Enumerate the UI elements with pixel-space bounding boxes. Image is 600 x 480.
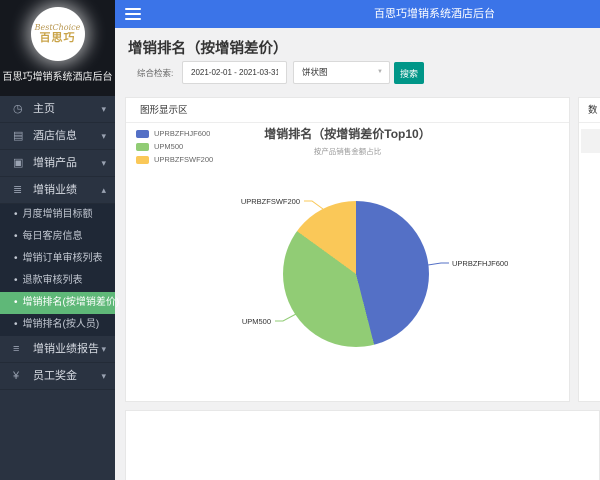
data-panel-partial: 数 <box>578 97 600 402</box>
search-toolbar: 综合检索: 饼状图 ▼ 搜索 <box>115 61 600 85</box>
submenu-label: 每日客房信息 <box>22 231 83 242</box>
chevron-down-icon: ▾ <box>101 131 106 141</box>
chevron-down-icon: ▾ <box>101 104 106 114</box>
sidebar-item-label: 增销业绩报告 <box>33 343 99 355</box>
sidebar: BestChoice 百思巧 百思巧增销系统酒店后台 ◷ 主页 ▾ ▤ 酒店信息 ▾… <box>0 0 119 480</box>
label-line-series-1 <box>275 313 297 322</box>
chevron-up-icon: ▴ <box>101 185 106 195</box>
bottom-panel-partial <box>125 410 600 480</box>
bullet-icon: • <box>14 253 18 264</box>
hamburger-menu-icon[interactable] <box>125 8 141 20</box>
brand-name-cn: 百思巧 <box>39 32 76 44</box>
select-arrow-icon: ▼ <box>377 69 383 75</box>
chart-title: 增销排名（按增销差价Top10） <box>264 127 431 141</box>
sidebar-item-order-review-list[interactable]: • 增销订单审核列表 <box>0 248 115 270</box>
app-title: 百思巧增销系统酒店后台 <box>374 8 495 20</box>
submenu-label: 退款审核列表 <box>22 275 83 286</box>
hotel-icon: ▤ <box>13 130 24 142</box>
brand-logo: BestChoice 百思巧 <box>30 7 85 61</box>
brand-name: BestChoice <box>34 23 81 32</box>
pie-chart <box>283 201 429 347</box>
sidebar-item-label: 增销产品 <box>33 157 77 169</box>
submenu-label: 增销排名(按增销差价) <box>22 297 120 308</box>
bullet-icon: • <box>14 209 18 220</box>
chart-panel-title: 图形显示区 <box>126 98 569 123</box>
performance-icon: ≣ <box>13 184 23 196</box>
bullet-icon: • <box>14 297 18 308</box>
chart-type-selected: 饼状图 <box>302 67 328 77</box>
sidebar-caption: 百思巧增销系统酒店后台 <box>2 72 113 83</box>
sidebar-item-ranking-by-price-diff[interactable]: • 增销排名(按增销差价) <box>0 292 119 314</box>
logo-block: BestChoice 百思巧 百思巧增销系统酒店后台 <box>0 0 115 96</box>
chevron-down-icon: ▾ <box>101 344 106 354</box>
dashboard-icon: ◷ <box>13 103 23 115</box>
submenu-label: 增销订单审核列表 <box>22 253 103 264</box>
bullet-icon: • <box>14 275 18 286</box>
sidebar-item-daily-room-info[interactable]: • 每日客房信息 <box>0 226 115 248</box>
chart-panel: 图形显示区 UPRBZFHJF600 UPM500 UPRBZFSWF200 增… <box>125 97 570 402</box>
data-panel-title-partial: 数 <box>579 98 600 123</box>
page-title: 增销排名（按增销差价） <box>128 41 288 57</box>
chart-subtitle: 按产品销售金额占比 <box>313 147 382 156</box>
sidebar-submenu: • 月度增销目标额 • 每日客房信息 • 增销订单审核列表 • 退款审核列表 • 增销排名… <box>0 204 119 336</box>
label-line-series-2 <box>304 200 324 210</box>
sidebar-item-refund-review-list[interactable]: • 退款审核列表 <box>0 270 115 292</box>
search-label: 综合检索: <box>137 68 174 78</box>
sidebar-item-label: 员工奖金 <box>33 370 77 382</box>
pie-label: UPRBZFHJF600 <box>452 259 509 268</box>
sidebar-item-home[interactable]: ◷ 主页 ▾ <box>0 96 115 123</box>
report-icon: ≡ <box>13 343 20 355</box>
sidebar-item-label: 主页 <box>33 103 55 115</box>
chart-type-select[interactable]: 饼状图 ▼ <box>293 61 390 84</box>
submenu-label: 增销排名(按人员) <box>22 319 100 330</box>
bullet-icon: • <box>14 231 18 242</box>
pie-label: UPM500 <box>241 317 271 326</box>
label-line-series-0 <box>427 262 449 266</box>
date-range-input[interactable] <box>182 61 287 84</box>
chart-title-block: 增销排名（按增销差价Top10） 按产品销售金额占比 <box>126 125 569 157</box>
sidebar-item-label: 增销业绩 <box>33 184 77 196</box>
submenu-label: 月度增销目标额 <box>22 209 93 220</box>
top-header-bar: 百思巧增销系统酒店后台 <box>115 0 600 28</box>
sidebar-item-label: 酒店信息 <box>33 130 77 142</box>
sidebar-item-monthly-target[interactable]: • 月度增销目标额 <box>0 204 115 226</box>
sidebar-item-ranking-by-staff[interactable]: • 增销排名(按人员) <box>0 314 115 336</box>
pie-label: UPRBZFSWF200 <box>240 197 300 206</box>
sidebar-item-performance-report[interactable]: ≡ 增销业绩报告 ▾ <box>0 336 115 363</box>
product-icon: ▣ <box>13 157 24 169</box>
main-content: 增销排名（按增销差价） 综合检索: 饼状图 ▼ 搜索 图形显示区 UPRBZFH… <box>115 28 600 480</box>
bullet-icon: • <box>14 319 18 330</box>
yen-icon: ¥ <box>13 370 20 382</box>
chevron-down-icon: ▾ <box>101 371 106 381</box>
sidebar-item-upsell-products[interactable]: ▣ 增销产品 ▾ <box>0 150 115 177</box>
chevron-down-icon: ▾ <box>101 158 106 168</box>
sidebar-item-hotel-info[interactable]: ▤ 酒店信息 ▾ <box>0 123 115 150</box>
sidebar-item-staff-bonus[interactable]: ¥ 员工奖金 ▾ <box>0 363 115 390</box>
search-button[interactable]: 搜索 <box>394 62 424 84</box>
data-table-header-strip <box>581 129 600 153</box>
sidebar-item-upsell-performance[interactable]: ≣ 增销业绩 ▴ <box>0 177 115 204</box>
